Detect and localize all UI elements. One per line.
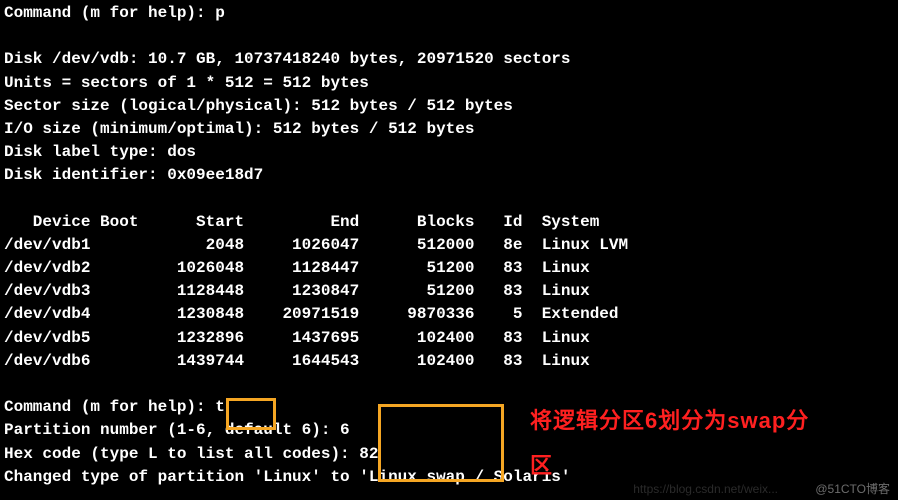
table-header: Device Boot Start End Blocks Id System: [4, 213, 599, 231]
watermark-csdn: https://blog.csdn.net/weix...: [633, 481, 778, 498]
annotation-line-2: 区: [530, 450, 553, 482]
term-line: Disk identifier: 0x09ee18d7: [4, 166, 263, 184]
watermark-51cto: @51CTO博客: [815, 481, 890, 498]
term-line: Disk /dev/vdb: 10.7 GB, 10737418240 byte…: [4, 50, 571, 68]
highlight-box-t: [226, 398, 276, 430]
term-line: Units = sectors of 1 * 512 = 512 bytes: [4, 74, 369, 92]
highlight-box-inputs: [378, 404, 504, 482]
term-line: Hex code (type L to list all codes): 82: [4, 445, 378, 463]
term-line: Command (m for help): t: [4, 398, 225, 416]
term-line: Partition number (1-6, default 6): 6: [4, 421, 350, 439]
annotation-line-1: 将逻辑分区6划分为swap分: [530, 405, 809, 437]
table-row: /dev/vdb6 1439744 1644543 102400 83 Linu…: [4, 352, 590, 370]
table-row: /dev/vdb2 1026048 1128447 51200 83 Linux: [4, 259, 590, 277]
term-line: Disk label type: dos: [4, 143, 196, 161]
table-row: /dev/vdb4 1230848 20971519 9870336 5 Ext…: [4, 305, 619, 323]
term-line: Command (m for help): p: [4, 4, 225, 22]
table-row: /dev/vdb3 1128448 1230847 51200 83 Linux: [4, 282, 590, 300]
term-line: I/O size (minimum/optimal): 512 bytes / …: [4, 120, 474, 138]
table-row: /dev/vdb1 2048 1026047 512000 8e Linux L…: [4, 236, 628, 254]
table-row: /dev/vdb5 1232896 1437695 102400 83 Linu…: [4, 329, 590, 347]
term-line: Sector size (logical/physical): 512 byte…: [4, 97, 513, 115]
